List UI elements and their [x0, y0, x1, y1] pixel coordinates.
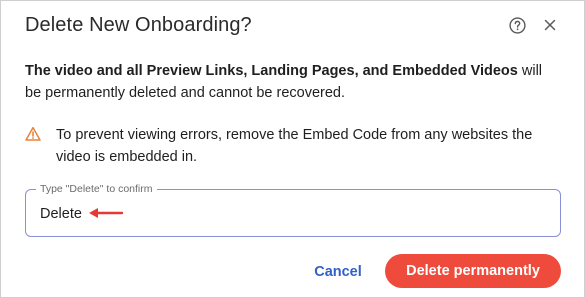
- arrow-left-icon: [89, 208, 124, 218]
- confirm-field-label: Type "Delete" to confirm: [36, 182, 157, 196]
- delete-message-bold: The video and all Preview Links, Landing…: [25, 63, 518, 79]
- warning-triangle-icon: [25, 126, 41, 141]
- dialog-title: Delete New Onboarding?: [25, 14, 252, 36]
- help-icon[interactable]: [507, 15, 527, 35]
- confirm-delete-field: Type "Delete" to confirm: [25, 182, 561, 237]
- cancel-button[interactable]: Cancel: [307, 256, 369, 288]
- delete-dialog: Delete New Onboarding? The video and all…: [0, 0, 585, 298]
- warning-text: To prevent viewing errors, remove the Em…: [56, 127, 533, 165]
- close-icon[interactable]: [540, 15, 560, 35]
- embed-warning: To prevent viewing errors, remove the Em…: [25, 124, 555, 168]
- dialog-header-actions: [507, 15, 560, 35]
- delete-message: The video and all Preview Links, Landing…: [25, 60, 555, 104]
- delete-permanently-button[interactable]: Delete permanently: [385, 254, 561, 288]
